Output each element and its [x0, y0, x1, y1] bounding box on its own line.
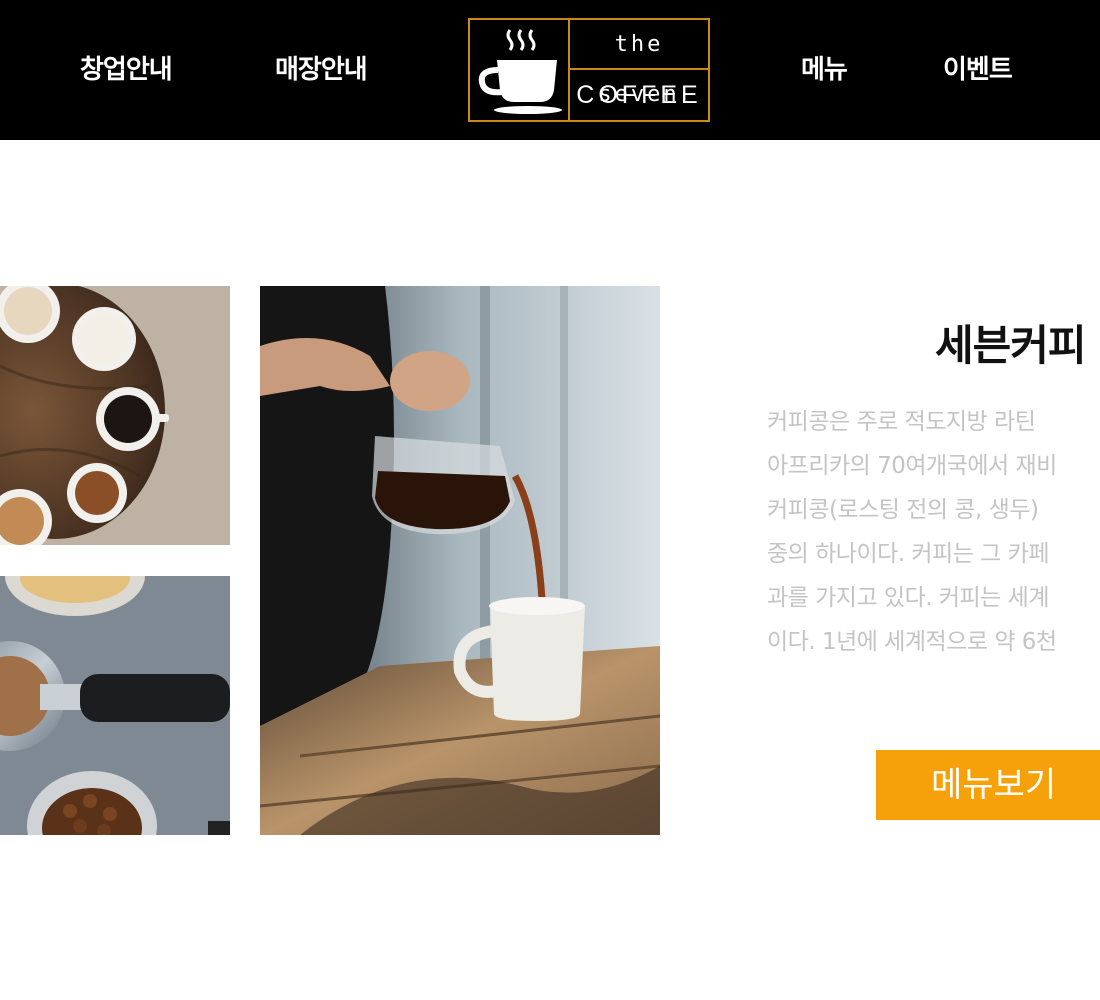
- pour-over-coffee-photo: [260, 286, 660, 835]
- view-menu-button[interactable]: 메뉴보기: [876, 750, 1100, 820]
- description-line: 커피콩(로스팅 전의 콩, 생두): [767, 497, 1039, 523]
- logo-text-coffee: COFFEE: [576, 81, 702, 109]
- description-line: 아프리카의 70여개국에서 재비: [767, 453, 1057, 479]
- nav-menu[interactable]: 메뉴: [801, 50, 848, 90]
- nav-startup-info[interactable]: 창업안내: [80, 50, 173, 90]
- latte-cups-photo: [0, 286, 230, 545]
- coffee-cup-icon: [470, 20, 570, 120]
- description-line: 과를 가지고 있다. 커피는 세계: [767, 585, 1049, 611]
- nav-store-info[interactable]: 매장안내: [275, 50, 368, 90]
- description-line: 커피콩은 주로 적도지방 라틴: [767, 409, 1036, 435]
- section-title: 세븐커피: [935, 321, 1087, 370]
- description-line: 이다. 1년에 세계적으로 약 6천: [767, 629, 1057, 655]
- espresso-portafilter-photo: [0, 576, 230, 835]
- description-line: 중의 하나이다. 커피는 그 카페: [767, 541, 1049, 567]
- description: 커피콩은 주로 적도지방 라틴 아프리카의 70여개국에서 재비 커피콩(로스팅…: [767, 400, 1100, 664]
- nav-event[interactable]: 이벤트: [943, 50, 1013, 90]
- brand-logo[interactable]: the seven COFFEE: [468, 18, 710, 122]
- logo-text-the-seven: the seven: [570, 20, 708, 107]
- site-header: 창업안내 매장안내 the seven COFFEE 메뉴 이벤트: [0, 0, 1100, 140]
